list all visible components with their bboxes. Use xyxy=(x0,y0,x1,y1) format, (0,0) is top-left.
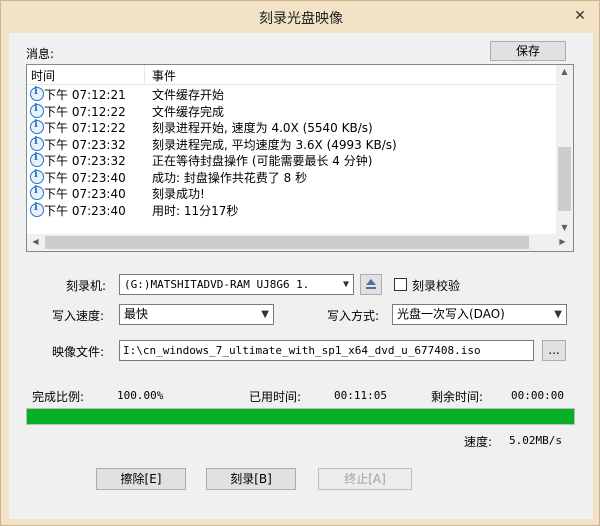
progress-bar xyxy=(26,408,575,425)
row-event: 文件缓存开始 xyxy=(152,88,225,102)
speed-label: 速度: xyxy=(464,435,493,449)
info-icon xyxy=(30,185,44,200)
save-button[interactable]: 保存 xyxy=(490,41,566,61)
write-speed-label: 写入速度: xyxy=(52,309,105,323)
chevron-down-icon: ▼ xyxy=(261,309,269,320)
progress-bar-fill xyxy=(27,409,574,424)
table-row[interactable]: 下午 07:12:22 文件缓存完成 xyxy=(27,103,556,119)
row-event: 刻录成功! xyxy=(152,187,205,201)
speed-value: 5.02MB/s xyxy=(509,434,562,447)
table-row[interactable]: 下午 07:12:21 文件缓存开始 xyxy=(27,86,556,102)
write-mode-select[interactable]: 光盘一次写入(DAO) ▼ xyxy=(392,304,567,325)
row-time: 下午 07:23:32 xyxy=(44,154,126,168)
progress-value: 100.00% xyxy=(117,389,164,402)
row-time: 下午 07:23:40 xyxy=(44,187,126,201)
scroll-up-icon[interactable]: ▲ xyxy=(556,67,573,76)
eject-icon-base xyxy=(366,287,376,289)
table-row[interactable]: 下午 07:23:32 刻录进程完成, 平均速度为 3.6X (4993 KB/s… xyxy=(27,136,556,152)
remaining-label: 剩余时间: xyxy=(431,390,484,404)
elapsed-value: 00:11:05 xyxy=(334,389,387,402)
column-header-time[interactable]: 时间 xyxy=(31,67,55,84)
dialog-client: 消息: 保存 时间 事件 下午 07:12:21文件缓存开始下午 07:12:2… xyxy=(9,33,593,519)
vertical-scroll-thumb[interactable] xyxy=(558,147,571,211)
info-icon xyxy=(30,86,44,101)
info-icon xyxy=(30,169,44,184)
progress-label: 完成比例: xyxy=(32,390,85,404)
row-time: 下午 07:12:22 xyxy=(44,121,126,135)
scroll-down-icon[interactable]: ▼ xyxy=(556,223,573,232)
table-row[interactable]: 下午 07:12:22 刻录进程开始, 速度为 4.0X (5540 KB/s) xyxy=(27,119,556,135)
write-mode-value: 光盘一次写入(DAO) xyxy=(397,307,505,321)
table-row[interactable]: 下午 07:23:32 正在等待封盘操作 (可能需要最长 4 分钟) xyxy=(27,152,556,168)
write-speed-value: 最快 xyxy=(124,307,149,321)
horizontal-scroll-thumb[interactable] xyxy=(45,236,529,249)
verify-label[interactable]: 刻录校验 xyxy=(412,277,460,294)
erase-button[interactable]: 擦除[E] xyxy=(96,468,186,490)
row-event: 正在等待封盘操作 (可能需要最长 4 分钟) xyxy=(152,154,373,168)
chevron-down-icon: ▼ xyxy=(554,309,562,320)
recorder-label: 刻录机: xyxy=(66,279,107,293)
row-event: 刻录进程完成, 平均速度为 3.6X (4993 KB/s) xyxy=(152,137,397,152)
browse-button[interactable]: ... xyxy=(542,340,566,361)
elapsed-label: 已用时间: xyxy=(249,390,302,404)
row-event: 刻录进程开始, 速度为 4.0X (5540 KB/s) xyxy=(152,121,373,135)
info-icon xyxy=(30,202,44,217)
column-divider[interactable] xyxy=(144,65,145,84)
info-icon xyxy=(30,152,44,167)
message-log[interactable]: 时间 事件 下午 07:12:21 文件缓存开始下午 07:12:22 文件缓存完成… xyxy=(26,64,574,252)
row-event: 用时: 11分17秒 xyxy=(152,203,239,218)
remaining-value: 00:00:00 xyxy=(511,389,564,402)
recorder-select[interactable]: (G:)MATSHITADVD-RAM UJ8G6 1. ▼ xyxy=(119,274,354,295)
eject-button[interactable] xyxy=(360,274,382,295)
messages-label: 消息: xyxy=(26,47,55,61)
row-time: 下午 07:23:40 xyxy=(44,170,126,185)
write-speed-select[interactable]: 最快 ▼ xyxy=(119,304,274,325)
chevron-down-icon: ▼ xyxy=(342,279,349,290)
column-header-event[interactable]: 事件 xyxy=(152,67,176,84)
scroll-left-icon[interactable]: ◀ xyxy=(27,237,44,246)
info-icon xyxy=(30,136,44,151)
window-title: 刻录光盘映像 xyxy=(259,11,343,27)
row-event: 成功: 封盘操作共花费了 8 秒 xyxy=(152,170,308,185)
image-file-label: 映像文件: xyxy=(52,345,105,359)
log-header: 时间 事件 xyxy=(27,65,556,85)
stop-button: 终止[A] xyxy=(318,468,412,490)
scroll-right-icon[interactable]: ▶ xyxy=(554,237,571,246)
recorder-value: (G:)MATSHITADVD-RAM UJ8G6 1. xyxy=(124,278,310,291)
row-time: 下午 07:23:40 xyxy=(44,203,126,218)
info-icon xyxy=(30,119,44,134)
row-time: 下午 07:12:21 xyxy=(44,88,126,102)
table-row[interactable]: 下午 07:23:40 成功: 封盘操作共花费了 8 秒 xyxy=(27,169,556,185)
row-time: 下午 07:23:32 xyxy=(44,137,126,152)
title-bar[interactable]: 刻录光盘映像 ✕ xyxy=(1,1,600,33)
verify-checkbox[interactable] xyxy=(394,278,407,291)
row-time: 下午 07:12:22 xyxy=(44,104,126,119)
burn-image-window: 刻录光盘映像 ✕ 消息: 保存 时间 事件 下午 07:12:21文件缓存开始下… xyxy=(0,0,600,526)
image-file-field[interactable]: I:\cn_windows_7_ultimate_with_sp1_x64_dv… xyxy=(119,340,534,361)
vertical-scrollbar[interactable]: ▲ ▼ xyxy=(556,65,573,234)
table-row[interactable]: 下午 07:23:40 刻录成功! xyxy=(27,185,556,201)
row-event: 文件缓存完成 xyxy=(152,104,225,119)
eject-icon xyxy=(366,279,376,285)
info-icon xyxy=(30,103,44,118)
burn-button[interactable]: 刻录[B] xyxy=(206,468,296,490)
horizontal-scrollbar[interactable]: ◀ ▶ xyxy=(27,234,573,251)
table-row[interactable]: 下午 07:23:40 用时: 11分17秒 xyxy=(27,202,556,218)
close-icon[interactable]: ✕ xyxy=(569,6,591,26)
write-mode-label: 写入方式: xyxy=(327,309,380,323)
